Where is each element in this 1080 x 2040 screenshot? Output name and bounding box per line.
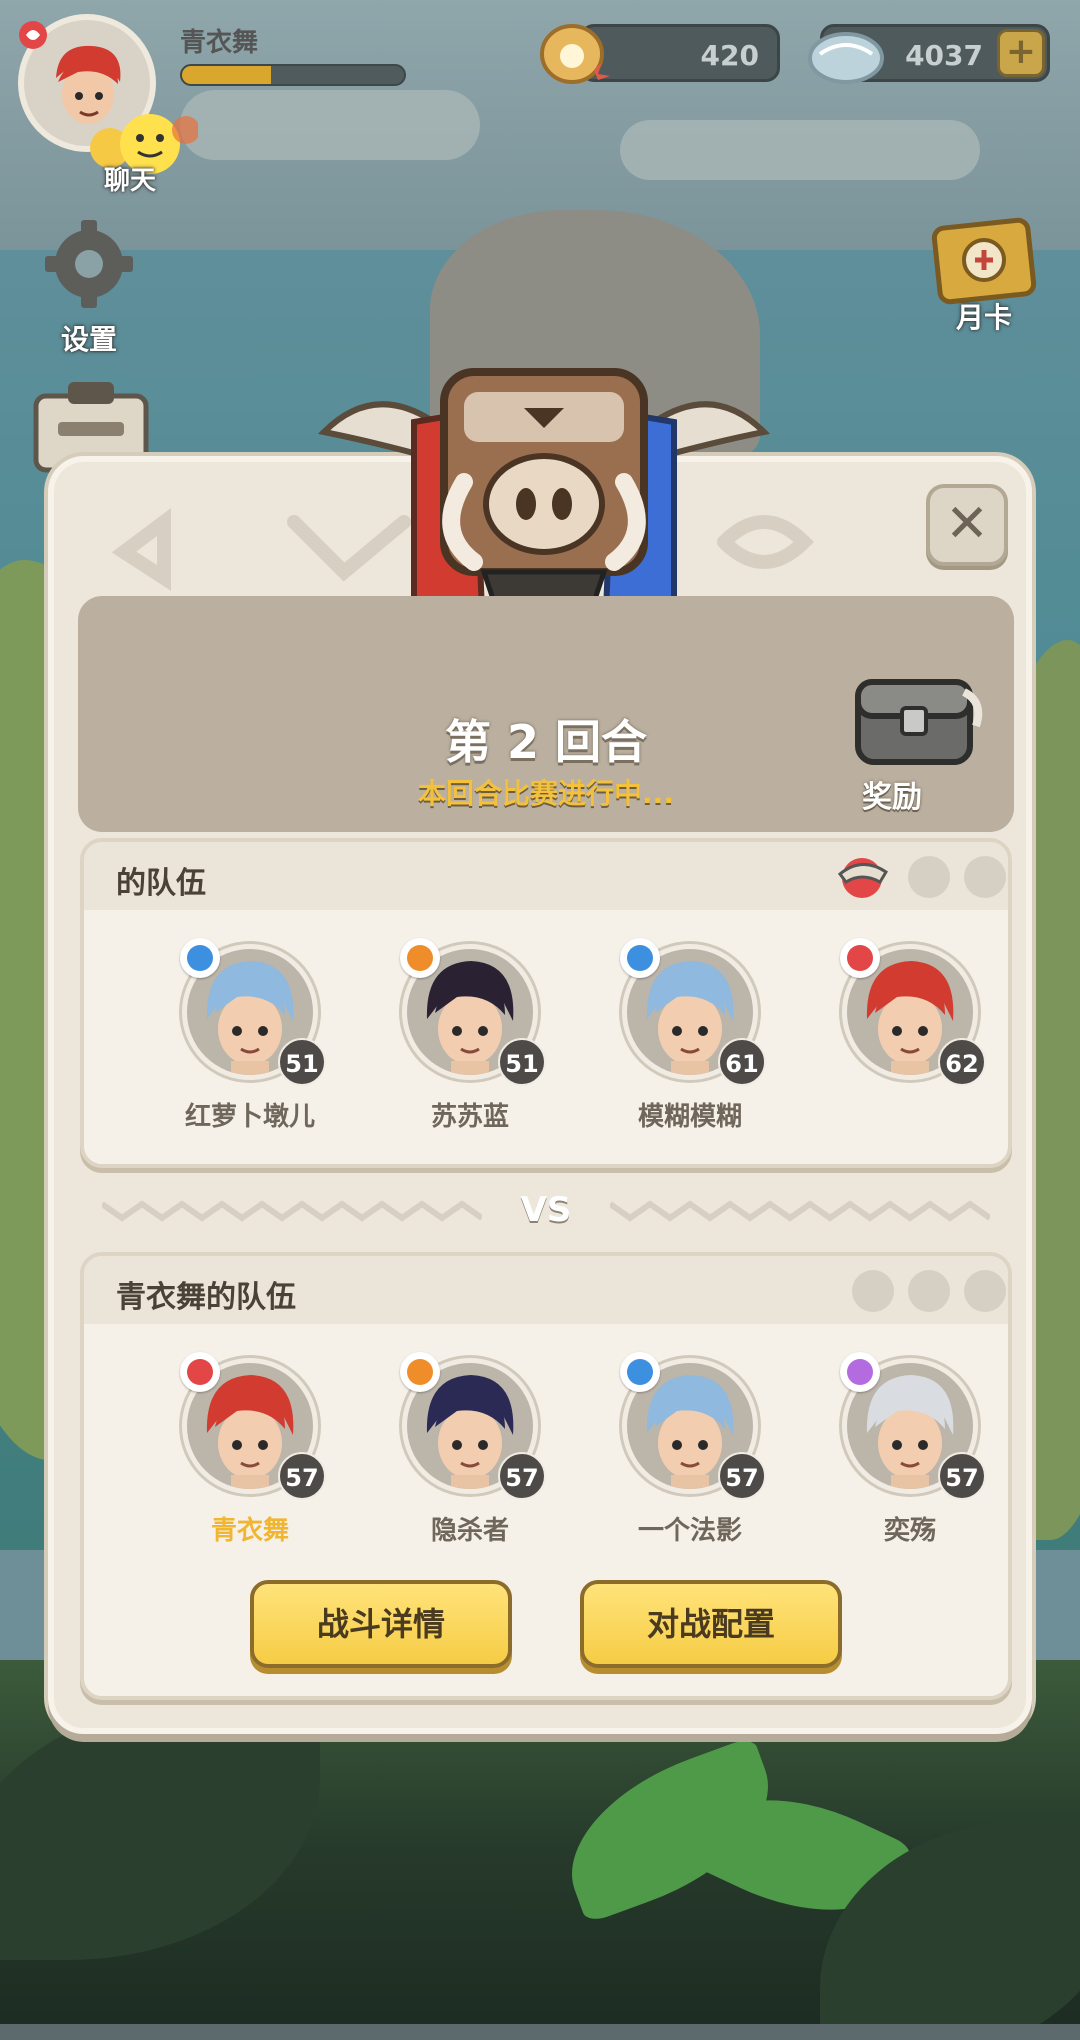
hero-level: 51 [278, 1038, 326, 1086]
shell-gem-icon [808, 32, 884, 84]
empty-slot-dot [964, 856, 1006, 898]
vs-divider: VS [102, 1190, 990, 1230]
faction-icon [19, 21, 47, 49]
class-badge-icon [180, 1352, 220, 1392]
hero-level: 57 [498, 1452, 546, 1500]
settings-button[interactable]: 设置 [34, 214, 144, 358]
team-b-card: 青衣舞的队伍 57 青衣舞 57 隐杀者 57 一个法影 57 奕殇 战斗详情 对战配置 [80, 1252, 1012, 1700]
team-member[interactable]: 57 青衣舞 [128, 1346, 328, 1546]
hero-name: 奕殇 [883, 1516, 936, 1546]
empty-slot-dot [964, 1270, 1006, 1312]
team-member[interactable]: 51 红萝卜墩儿 [128, 932, 328, 1132]
vs-label: VS [520, 1190, 572, 1230]
team-b-header: 青衣舞的队伍 [84, 1256, 1008, 1324]
hero-level: 61 [718, 1038, 766, 1086]
team-member[interactable]: 57 奕殇 [788, 1346, 988, 1546]
team-a-title: 的队伍 [116, 866, 206, 901]
team-emblem-icon [837, 858, 889, 898]
hero-name: 模糊模糊 [637, 1102, 742, 1132]
team-member[interactable]: 57 隐杀者 [348, 1346, 548, 1546]
shell-icon [540, 24, 610, 84]
class-badge-icon [620, 938, 660, 978]
team-member[interactable]: 51 苏苏蓝 [348, 932, 548, 1132]
team-a-header: 的队伍 [84, 842, 1008, 910]
player-name: 青衣舞 [180, 28, 259, 58]
hero-level: 51 [498, 1038, 546, 1086]
bottom-bar [0, 2024, 1080, 2040]
close-button[interactable]: ✕ [926, 484, 1008, 566]
class-badge-icon [840, 1352, 880, 1392]
hero-name: 苏苏蓝 [430, 1102, 509, 1132]
empty-slot-dot [908, 1270, 950, 1312]
battle-detail-button[interactable]: 战斗详情 [250, 1580, 512, 1668]
class-badge-icon [400, 938, 440, 978]
empty-slot-dot [908, 856, 950, 898]
reward-label[interactable]: 奖励 [862, 772, 922, 816]
class-badge-icon [840, 938, 880, 978]
hero-level: 62 [938, 1038, 986, 1086]
class-badge-icon [620, 1352, 660, 1392]
add-currency-button[interactable]: + [997, 29, 1045, 77]
hero-level: 57 [938, 1452, 986, 1500]
class-badge-icon [180, 938, 220, 978]
arena-round-dialog: ✕ 第 2 回合 本回合比赛进行中... 奖励 的队伍 51 红萝卜墩儿 51 苏苏蓝… [48, 368, 1032, 1734]
exp-bar [180, 64, 406, 86]
zigzag-decor [102, 1200, 482, 1222]
zigzag-decor [610, 1200, 990, 1222]
chat-label[interactable]: 聊天 [104, 160, 156, 197]
battle-config-button[interactable]: 对战配置 [580, 1580, 842, 1668]
class-badge-icon [400, 1352, 440, 1392]
hero-level: 57 [718, 1452, 766, 1500]
gear-icon [45, 220, 133, 308]
settings-label: 设置 [60, 323, 117, 356]
exp-fill [182, 66, 271, 84]
hero-name: 隐杀者 [430, 1516, 509, 1546]
reward-chest-icon[interactable] [844, 662, 984, 772]
shell-amount: 420 [700, 39, 759, 72]
hero-level: 57 [278, 1452, 326, 1500]
hero-name: 红萝卜墩儿 [184, 1102, 315, 1132]
team-member[interactable]: 62 [788, 932, 988, 1132]
team-b-title: 青衣舞的队伍 [116, 1280, 296, 1315]
team-a-card: 的队伍 51 红萝卜墩儿 51 苏苏蓝 61 模糊模糊 62 [80, 838, 1012, 1168]
hero-name: 青衣舞 [210, 1516, 289, 1546]
month-card-icon [931, 217, 1037, 305]
top-hud: 青衣舞 聊天 420 4037 + 设置 月卡 [0, 0, 1080, 473]
month-card-button[interactable]: 月卡 [924, 216, 1044, 336]
team-member[interactable]: 61 模糊模糊 [568, 932, 768, 1132]
gem-amount: 4037 [905, 39, 983, 72]
team-member[interactable]: 57 一个法影 [568, 1346, 768, 1546]
hero-name: 一个法影 [637, 1516, 742, 1546]
empty-slot-dot [852, 1270, 894, 1312]
